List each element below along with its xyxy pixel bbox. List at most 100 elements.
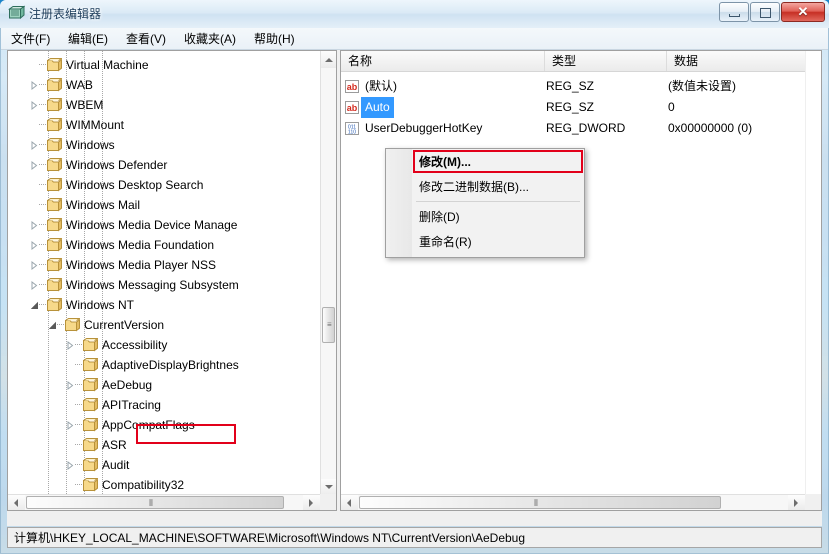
tree-connector-line	[39, 164, 46, 165]
tree-connector-line	[75, 344, 82, 345]
value-row[interactable]: ab Auto REG_SZ 0	[341, 97, 805, 118]
chevron-right-icon[interactable]	[30, 261, 38, 270]
window-title: 注册表编辑器	[29, 7, 102, 21]
tree-item-windows-defender[interactable]: Windows Defender	[8, 155, 322, 175]
tree-connector-line	[75, 464, 82, 465]
chevron-right-icon[interactable]	[30, 221, 38, 230]
column-data[interactable]: 数据	[667, 51, 821, 71]
folder-icon	[47, 258, 64, 272]
tree-horizontal-scrollbar[interactable]: ⦀	[8, 494, 320, 510]
column-name[interactable]: 名称	[341, 51, 545, 71]
chevron-right-icon[interactable]	[66, 421, 74, 430]
folder-icon	[83, 398, 100, 412]
tree-item-adaptivedisplaybrightnes[interactable]: AdaptiveDisplayBrightnes	[8, 355, 322, 375]
tree-item-windows-nt[interactable]: Windows NT	[8, 295, 322, 315]
menu-favorites[interactable]: 收藏夹(A)	[179, 31, 241, 48]
tree-connector-line	[39, 184, 46, 185]
tree-item-wbem[interactable]: WBEM	[8, 95, 322, 115]
registry-tree-panel[interactable]: Virtual Machine WAB WBEM WIMMount Windows Win…	[7, 50, 337, 511]
chevron-down-icon[interactable]	[48, 321, 56, 330]
tree-vertical-scrollbar[interactable]: ≡	[320, 51, 336, 496]
column-type[interactable]: 类型	[545, 51, 667, 71]
scroll-right-button[interactable]	[788, 495, 805, 510]
folder-icon	[83, 458, 100, 472]
minimize-button[interactable]	[719, 2, 749, 22]
tree-item-label: WAB	[66, 78, 93, 92]
scroll-left-button[interactable]	[8, 495, 25, 510]
menu-file[interactable]: 文件(F)	[6, 31, 55, 48]
scroll-thumb[interactable]: ⦀	[26, 496, 284, 509]
tree-item-windows-mail[interactable]: Windows Mail	[8, 195, 322, 215]
tree-item-currentversion[interactable]: CurrentVersion	[8, 315, 322, 335]
folder-icon	[47, 218, 64, 232]
menu-edit[interactable]: 编辑(E)	[63, 31, 113, 48]
folder-icon	[83, 338, 100, 352]
chevron-right-icon[interactable]	[30, 241, 38, 250]
tree-item-label: Windows	[66, 138, 115, 152]
scroll-right-button[interactable]	[303, 495, 320, 510]
scroll-thumb[interactable]: ≡	[322, 307, 335, 343]
tree-item-wab[interactable]: WAB	[8, 75, 322, 95]
tree-item-label: Windows Media Device Manage	[66, 218, 238, 232]
registry-values-panel[interactable]: 名称 类型 数据 ab (默认) REG_SZ (数值未设置) ab Auto REG_SZ 0 0…	[340, 50, 822, 511]
value-data: 0x00000000 (0)	[668, 121, 753, 135]
tree-item-audit[interactable]: Audit	[8, 455, 322, 475]
close-button[interactable]: ✕	[781, 2, 825, 22]
maximize-button[interactable]	[750, 2, 780, 22]
tree-item-compatibility32[interactable]: Compatibility32	[8, 475, 322, 495]
scrollbar-corner	[320, 494, 336, 510]
tree-item-aedebug[interactable]: AeDebug	[8, 375, 322, 395]
scroll-left-button[interactable]	[341, 495, 358, 510]
value-row[interactable]: ab (默认) REG_SZ (数值未设置)	[341, 76, 805, 97]
scroll-up-button[interactable]	[321, 51, 336, 68]
folder-icon	[47, 98, 64, 112]
tree-item-label: APITracing	[102, 398, 161, 412]
tree-connector-line	[39, 144, 46, 145]
registry-editor-window: 注册表编辑器 ✕ 文件(F) 编辑(E) 查看(V) 收藏夹(A) 帮助(H) Virt…	[0, 0, 829, 554]
value-row[interactable]: 011 110 UserDebuggerHotKey REG_DWORD 0x00000…	[341, 118, 805, 139]
chevron-right-icon[interactable]	[30, 81, 38, 90]
chevron-right-icon[interactable]	[66, 381, 74, 390]
value-type: REG_DWORD	[546, 121, 626, 135]
chevron-right-icon[interactable]	[30, 161, 38, 170]
chevron-right-icon[interactable]	[66, 461, 74, 470]
chevron-right-icon[interactable]	[30, 141, 38, 150]
title-bar: 注册表编辑器 ✕	[0, 0, 829, 28]
chevron-right-icon[interactable]	[66, 341, 74, 350]
tree-item-windows-media-player-nss[interactable]: Windows Media Player NSS	[8, 255, 322, 275]
ctx-modify-binary[interactable]: 修改二进制数据(B)...	[387, 175, 584, 199]
tree-item-windows-messaging-subsystem[interactable]: Windows Messaging Subsystem	[8, 275, 322, 295]
tree-item-accessibility[interactable]: Accessibility	[8, 335, 322, 355]
ctx-delete[interactable]: 删除(D)	[387, 205, 584, 229]
tree-item-virtual-machine[interactable]: Virtual Machine	[8, 55, 322, 75]
tree-item-apitracing[interactable]: APITracing	[8, 395, 322, 415]
menu-help[interactable]: 帮助(H)	[249, 31, 300, 48]
ctx-rename[interactable]: 重命名(R)	[387, 230, 584, 254]
tree-item-windows-media-foundation[interactable]: Windows Media Foundation	[8, 235, 322, 255]
chevron-right-icon[interactable]	[30, 281, 38, 290]
value-name[interactable]: (默认)	[341, 76, 397, 97]
list-horizontal-scrollbar[interactable]: ⦀	[341, 494, 805, 510]
tree-item-label: Windows Messaging Subsystem	[66, 278, 239, 292]
tree-item-windows[interactable]: Windows	[8, 135, 322, 155]
tree-item-windows-desktop-search[interactable]: Windows Desktop Search	[8, 175, 322, 195]
chevron-right-icon[interactable]	[30, 101, 38, 110]
scrollbar-corner	[805, 494, 821, 510]
tree-item-windows-media-device-manage[interactable]: Windows Media Device Manage	[8, 215, 322, 235]
value-name[interactable]: UserDebuggerHotKey	[341, 118, 482, 139]
tree-item-label: Windows Media Foundation	[66, 238, 215, 252]
scroll-thumb[interactable]: ⦀	[359, 496, 721, 509]
close-icon: ✕	[797, 4, 809, 19]
registry-editor-icon	[7, 5, 26, 22]
folder-icon	[65, 318, 82, 332]
menu-view[interactable]: 查看(V)	[121, 31, 171, 48]
value-name[interactable]: Auto	[361, 97, 394, 118]
tree-connector-line	[75, 404, 82, 405]
tree-item-label: WIMMount	[66, 118, 125, 132]
list-vertical-scrollbar[interactable]	[805, 51, 821, 495]
tree-item-wimmount[interactable]: WIMMount	[8, 115, 322, 135]
tree-item-label: Audit	[102, 458, 130, 472]
chevron-down-icon[interactable]	[30, 301, 38, 310]
context-menu[interactable]: 修改(M)... 修改二进制数据(B)... 删除(D) 重命名(R)	[385, 148, 585, 258]
tree-item-label: CurrentVersion	[84, 318, 165, 332]
